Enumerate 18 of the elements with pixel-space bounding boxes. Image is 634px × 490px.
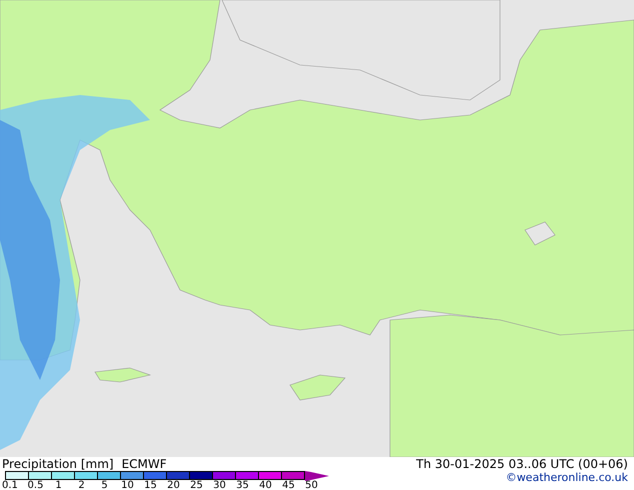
legend-label: 30 [212, 480, 227, 490]
legend-label: 45 [281, 480, 296, 490]
legend-label: 10 [120, 480, 135, 490]
legend-label: 5 [100, 480, 109, 490]
legend-label: 50 [304, 480, 319, 490]
legend-label: 25 [189, 480, 204, 490]
legend-title: Precipitation [mm] [2, 457, 114, 471]
legend-label: 0.1 [2, 480, 19, 490]
legend-label: 40 [258, 480, 273, 490]
legend-label: 20 [166, 480, 181, 490]
legend-label: 1 [54, 480, 63, 490]
legend-label: 2 [77, 480, 86, 490]
legend-label: 15 [143, 480, 158, 490]
legend-label: 0.5 [26, 480, 44, 490]
model-name: ECMWF [122, 457, 167, 471]
valid-time: Th 30-01-2025 03..06 UTC (00+06) [416, 457, 628, 471]
credit-link[interactable]: ©weatheronline.co.uk [506, 471, 628, 485]
legend-label: 35 [235, 480, 250, 490]
